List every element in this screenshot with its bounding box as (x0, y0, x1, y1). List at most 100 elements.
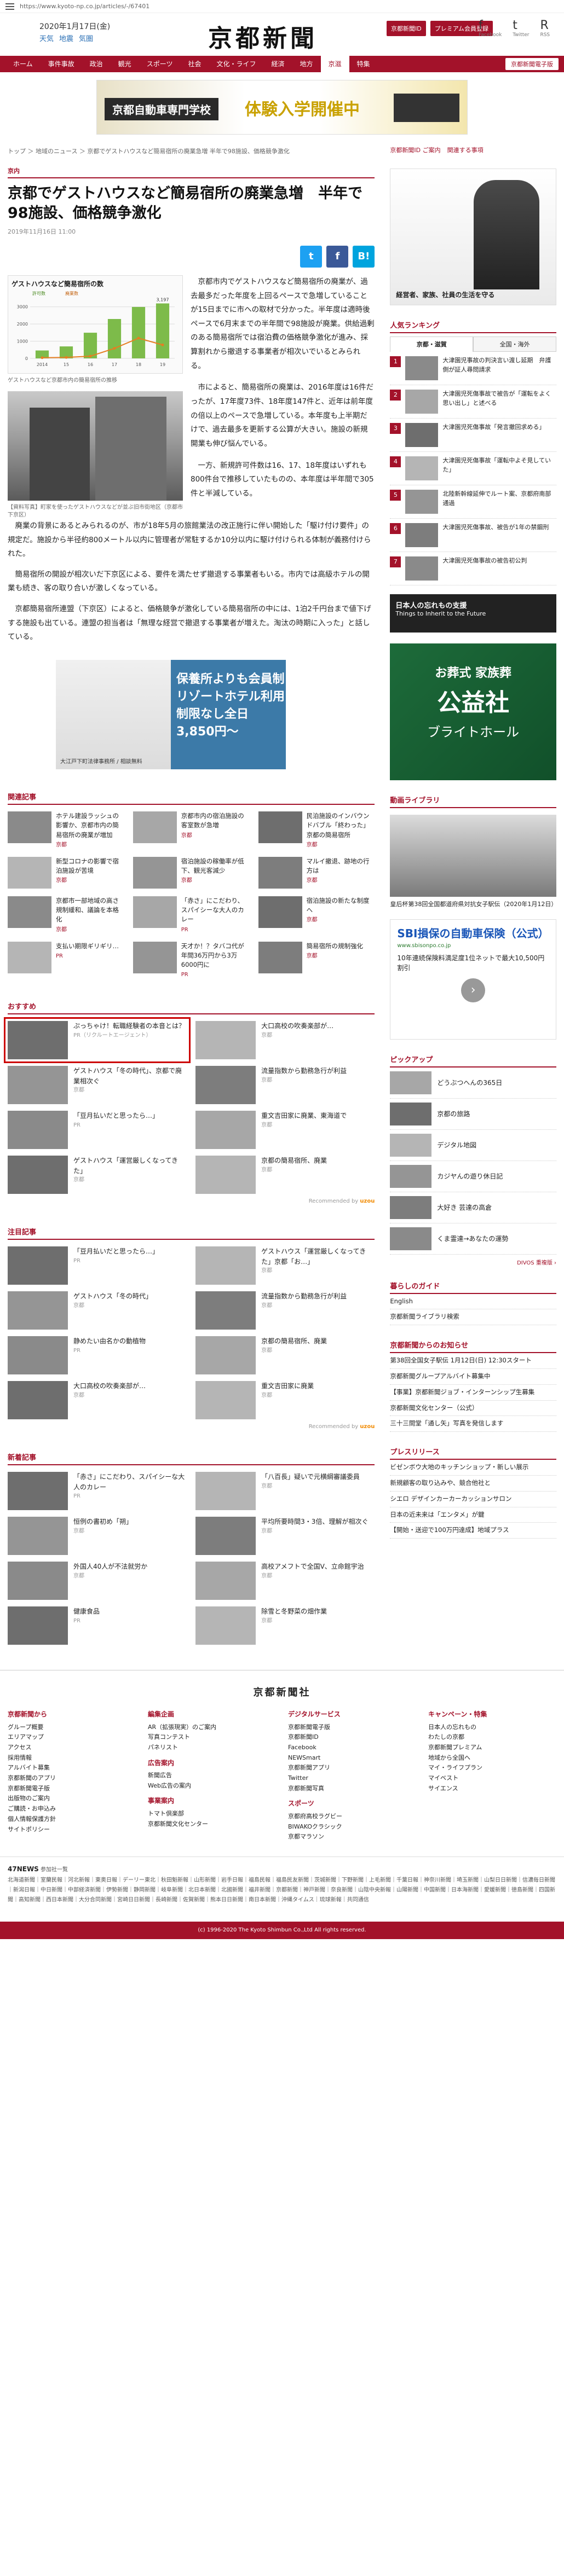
nav-item[interactable]: 観光 (111, 56, 139, 72)
shincho-item[interactable]: 「赤さ」にこだわり、スパイシーな大人のカレー PR (8, 1472, 187, 1511)
related-item[interactable]: 天才か！？タバコ代が年間36万円から3万6000円に PR (133, 941, 250, 979)
related-item[interactable]: 新型コロナの影響で宿泊施設が苦境 京都 (8, 856, 124, 889)
recommend-item[interactable]: 流量指数から勤務急行が利益 京都 (195, 1066, 375, 1105)
oshirase-item[interactable]: 【事業】京都新聞ジョブ・インターンシップ生募集 (390, 1385, 556, 1401)
nav-item[interactable]: 政治 (82, 56, 111, 72)
ranking-item[interactable]: 2 大津園児死傷事故で被告が「運転をよく思い出し」と述べる (390, 385, 556, 419)
pickup-item[interactable]: どうぶつへんの365日 (390, 1067, 556, 1099)
footer-link[interactable]: Facebook (288, 1743, 416, 1753)
rss-icon[interactable]: R RSS (540, 19, 550, 38)
chumoku-item[interactable]: 重文吉田家に廃業 京都 (195, 1381, 375, 1420)
chumoku-item[interactable]: 流量指数から勤務急行が利益 京都 (195, 1291, 375, 1330)
pickup-item[interactable]: カジヤんの遊り休日記 (390, 1161, 556, 1192)
kurashi-item[interactable]: 京都新聞ライブラリ検索 (390, 1309, 556, 1326)
news47-sub[interactable]: 参加社一覧 (41, 1867, 68, 1873)
site-logo[interactable]: 京都新聞 (208, 19, 318, 54)
shincho-item[interactable]: 恒例の書初め「朔」 京都 (8, 1517, 187, 1556)
footer-link[interactable]: サイトポリシー (8, 1825, 136, 1835)
ranking-item[interactable]: 3 大津園児死傷事故「発言撤回求める」 (390, 419, 556, 452)
footer-link[interactable]: 京都新聞プレミアム (428, 1743, 556, 1753)
oshirase-item[interactable]: 第38回全国女子駅伝 1月12日(日) 12:30スタート (390, 1353, 556, 1369)
footer-link[interactable]: 京都府高校ラグビー (288, 1812, 416, 1822)
weather-link[interactable]: 天気 (39, 33, 54, 43)
recommend-item[interactable]: ゲストハウス「冬の時代」、京都で廃業相次ぐ 京都 (8, 1066, 187, 1105)
twitter-share-icon[interactable]: t (300, 245, 323, 268)
chumoku-item[interactable]: 「豆月払いだと思ったら…」 PR (8, 1246, 187, 1285)
footer-link[interactable]: 京都新聞電子版 (288, 1722, 416, 1733)
shincho-item[interactable]: 外国人40人が不法就労か 京都 (8, 1562, 187, 1600)
top-banner-ad[interactable]: 京都自動車専門学校 体験入学開催中 (96, 80, 468, 135)
footer-link[interactable]: トマト倶楽部 (148, 1809, 276, 1819)
oshirase-item[interactable]: 京都新聞文化センター（公式） (390, 1401, 556, 1417)
nav-item[interactable]: スポーツ (139, 56, 181, 72)
footer-link[interactable]: BIWAKOクラシック (288, 1822, 416, 1832)
ranking-item[interactable]: 1 大津園児事故の判決言い渡し延期 弁護側が証人尋問請求 (390, 352, 556, 385)
ranking-item[interactable]: 5 北陸新幹線延伸でルート案、京都府南部通過 (390, 485, 556, 519)
menu-icon[interactable] (5, 3, 14, 10)
ranking-item[interactable]: 7 大津園児死傷事故の被告初公判 (390, 552, 556, 585)
related-item[interactable]: 京都市内の宿泊施設の客室数が急増 京都 (133, 811, 250, 849)
footer-link[interactable]: パネリスト (148, 1743, 276, 1753)
footer-link[interactable]: 新聞広告 (148, 1771, 276, 1781)
recommend-item[interactable]: 大口高校の吹奏楽部が… 京都 (195, 1021, 375, 1060)
pickup-more-link[interactable]: DIVOS 重複版 › (390, 1258, 556, 1266)
chumoku-item[interactable]: ゲストハウス「運営厳しくなってきた」京都「お…」 京都 (195, 1246, 375, 1285)
twitter-icon[interactable]: t Twitter (513, 19, 529, 38)
footer-link[interactable]: 京都新聞電子版 (8, 1784, 136, 1794)
right-ad[interactable]: 経営者、家族、社員の生活を守る (390, 169, 556, 305)
pickup-item[interactable]: 大好き 芸達の高倉 (390, 1192, 556, 1223)
footer-link[interactable]: サイエンス (428, 1784, 556, 1794)
shincho-item[interactable]: 除雪と冬野菜の畑作業 京都 (195, 1606, 375, 1645)
footer-link[interactable]: マイ・ライフプラン (428, 1763, 556, 1773)
related-item[interactable]: 民泊施設のインバウンドバブル「終わった」京都の簡易宿所 京都 (258, 811, 375, 849)
footer-link[interactable]: マイベスト (428, 1773, 556, 1784)
related-item[interactable]: 支払い期限ギリギリ… PR (8, 941, 124, 979)
related-item[interactable]: マルイ撤退、跡地の行方は 京都 (258, 856, 375, 889)
chevron-right-icon[interactable]: › (461, 978, 486, 1002)
chumoku-item[interactable]: ゲストハウス「冬の時代」 京都 (8, 1291, 187, 1330)
kurashi-item[interactable]: English (390, 1294, 556, 1310)
footer-link[interactable]: NEWSmart (288, 1753, 416, 1763)
article-photo[interactable] (8, 391, 183, 501)
news47-title[interactable]: 47NEWS (8, 1865, 39, 1873)
related-item[interactable]: 「赤さ」にこだわり、スパイシーな大人のカレー PR (133, 896, 250, 934)
footer-link[interactable]: アルバイト募集 (8, 1763, 136, 1773)
press-item[interactable]: 【開始・送迎で100万円達成】地域プラス (390, 1523, 556, 1539)
shincho-item[interactable]: 平均所要時間3・3倍、理解が相次ぐ 京都 (195, 1517, 375, 1556)
footer-link[interactable]: 京都マラソン (288, 1832, 416, 1842)
recommend-item[interactable]: 「豆月払いだと思ったら…」 PR (8, 1111, 187, 1150)
footer-link[interactable]: グループ概要 (8, 1722, 136, 1733)
shincho-item[interactable]: 健康食品 PR (8, 1606, 187, 1645)
footer-link[interactable]: 採用情報 (8, 1753, 136, 1763)
related-item[interactable]: 京都市一部地域の高さ規制緩和、議論を本格化 京都 (8, 896, 124, 934)
shincho-item[interactable]: 高校アメフトで全国V、立命館宇治 京都 (195, 1562, 375, 1600)
footer-logo[interactable]: 京都新聞社 (0, 1670, 564, 1699)
chumoku-item[interactable]: 京都の簡易宿所、廃業 京都 (195, 1336, 375, 1375)
footer-link[interactable]: 個人情報保護方針 (8, 1814, 136, 1825)
press-item[interactable]: シエロ デザインカーカーカッションサロン (390, 1492, 556, 1507)
recommend-item[interactable]: 重文吉田家に廃業、東海道で 京都 (195, 1111, 375, 1150)
nav-item[interactable]: 京滋 (320, 56, 349, 72)
footer-link[interactable]: 地域から全国へ (428, 1753, 556, 1763)
tab-kyoto-shiga[interactable]: 京都・滋賀 (390, 336, 474, 352)
related-item[interactable]: 宿泊施設の新たな制度へ 京都 (258, 896, 375, 934)
pickup-item[interactable]: デジタル地図 (390, 1130, 556, 1161)
breadcrumb[interactable]: トップ ＞ 地域のニュース ＞ 京都でゲストハウスなど簡易宿所の廃業急増 半年で… (8, 143, 375, 159)
nav-item[interactable]: 地方 (292, 56, 321, 72)
nav-item[interactable]: 文化・ライフ (209, 56, 263, 72)
footer-link[interactable]: 京都新聞ID (288, 1732, 416, 1743)
nav-item[interactable]: 経済 (263, 56, 292, 72)
inherit-banner[interactable]: 日本人の忘れもの支援 Things to Inherit to the Futu… (390, 594, 556, 633)
recommend-item[interactable]: ぷっちゃけ！転職経験者の本音とは？ PR（リクルートエージェント） (3, 1017, 191, 1064)
footer-link[interactable]: 写真コンテスト (148, 1732, 276, 1743)
funeral-ad[interactable]: お葬式 家族葬 公益社 ブライトホール (390, 643, 556, 780)
news47-members[interactable]: 北海道新聞｜室蘭民報｜河北新報｜東奥日報｜デーリー東北｜秋田魁新報｜山形新聞｜岩… (8, 1876, 556, 1905)
footer-link[interactable]: 京都新聞写真 (288, 1784, 416, 1794)
related-item[interactable]: 簡易宿所の規制強化 京都 (258, 941, 375, 979)
related-link[interactable]: 関連する事項 (447, 146, 484, 154)
press-item[interactable]: ビゼンボウ大地のキッチンショップ・新しい展示 (390, 1460, 556, 1476)
sbi-ad[interactable]: SBI損保の自動車保険（公式） www.sbisonpo.co.jp 10年連続… (390, 919, 556, 1040)
footer-link[interactable]: Twitter (288, 1773, 416, 1784)
hatena-share-icon[interactable]: B! (353, 245, 375, 268)
footer-link[interactable]: AR（拡張現実）のご案内 (148, 1722, 276, 1733)
